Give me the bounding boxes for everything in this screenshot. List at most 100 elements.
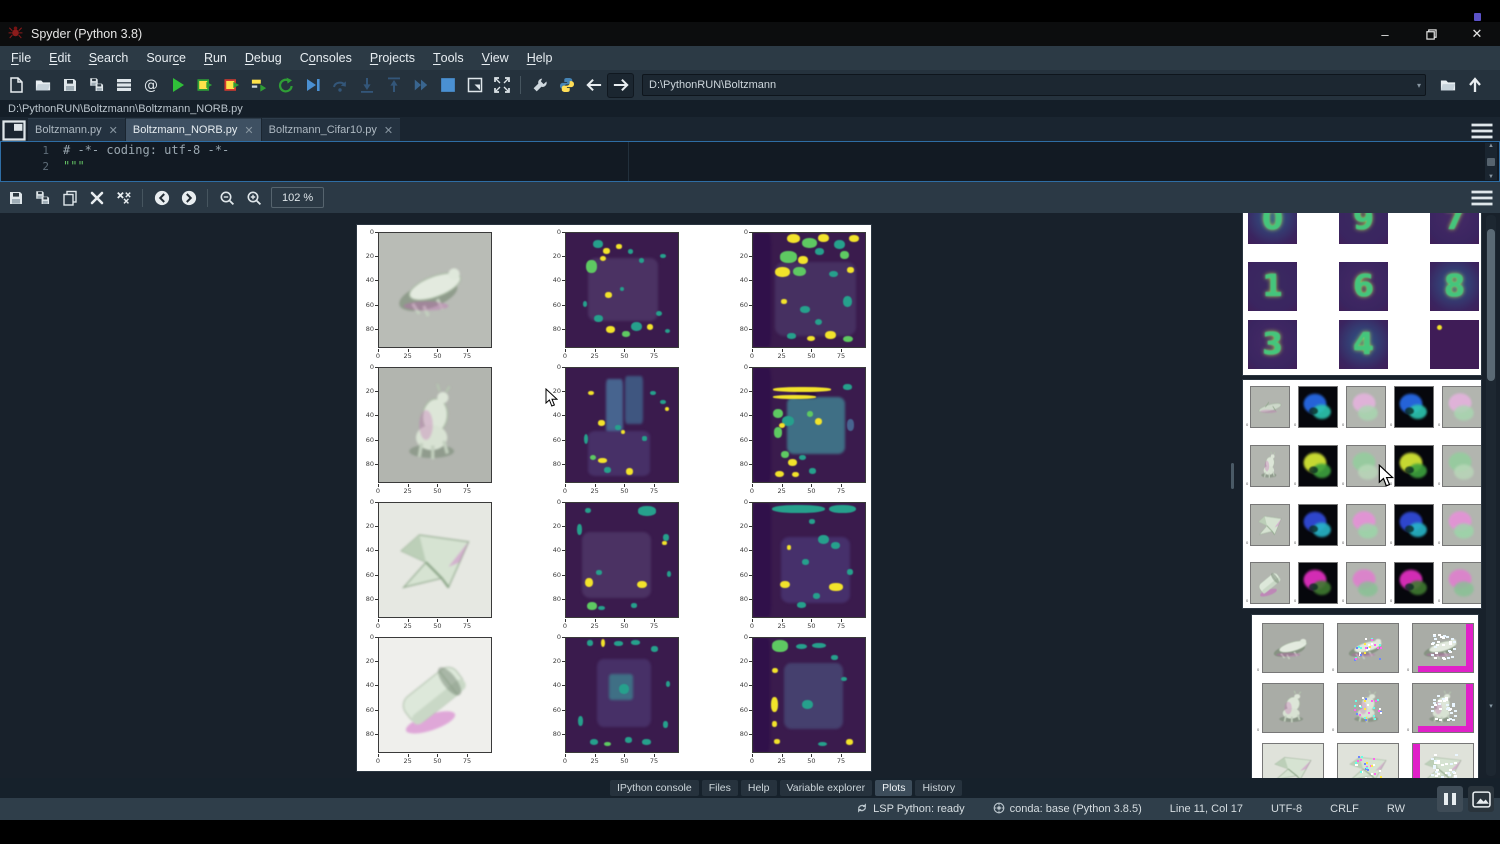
map-blob	[660, 254, 666, 259]
working-directory-combo[interactable]: D:\PythonRUN\Boltzmann▾	[642, 74, 1426, 96]
menu-tools[interactable]: Tools	[424, 46, 473, 70]
next-plot-button[interactable]	[175, 185, 202, 211]
close-button[interactable]: ✕	[1454, 22, 1500, 46]
map-blob	[825, 331, 836, 339]
maximize-pane-button[interactable]	[461, 72, 488, 98]
continue-execution-button[interactable]	[407, 72, 434, 98]
preferences-button[interactable]	[526, 72, 553, 98]
run-selection-button[interactable]	[245, 72, 272, 98]
pane-tab-help[interactable]: Help	[741, 780, 777, 796]
picture-overlay-icon[interactable]	[1468, 786, 1494, 812]
tab-label: Boltzmann.py	[35, 124, 102, 136]
editor-options-button[interactable]	[1470, 120, 1494, 142]
browse-working-directory-button[interactable]	[1434, 72, 1461, 98]
save-file-button[interactable]	[56, 72, 83, 98]
code-editor[interactable]: 1# -*- coding: utf-8 -*-2"""▲▼	[0, 141, 1500, 182]
step-into-icon	[359, 77, 375, 93]
pane-tab-files[interactable]: Files	[702, 780, 738, 796]
menu-run[interactable]: Run	[195, 46, 236, 70]
close-tab-icon[interactable]: ✕	[384, 124, 393, 137]
y-tick-label: 20	[732, 657, 748, 665]
menu-edit[interactable]: Edit	[40, 46, 80, 70]
menu-source[interactable]: Source	[137, 46, 195, 70]
map-blob	[586, 260, 597, 273]
menu-file[interactable]: File	[2, 46, 40, 70]
menu-search[interactable]: Search	[80, 46, 138, 70]
pane-tab-plots[interactable]: Plots	[875, 780, 912, 796]
open-file-button[interactable]	[29, 72, 56, 98]
conda-status: conda: base (Python 3.8.5)	[993, 802, 1142, 817]
thumbnail-norb-3col-figure[interactable]: 000000000	[1252, 615, 1478, 778]
rerun-cell-button[interactable]	[272, 72, 299, 98]
back-button[interactable]	[580, 72, 607, 98]
step-return-icon	[386, 77, 402, 93]
save-all-plots-button[interactable]	[29, 185, 56, 211]
plots-options-button[interactable]	[1470, 187, 1494, 209]
save-plot-button[interactable]	[2, 185, 29, 211]
menu-projects[interactable]: Projects	[361, 46, 424, 70]
mini-tick: 0	[1438, 598, 1440, 603]
copy-plot-button[interactable]	[56, 185, 83, 211]
zoom-in-button[interactable]	[240, 185, 267, 211]
minimize-button[interactable]: –	[1362, 22, 1408, 46]
editor-scrollbar[interactable]: ▲▼	[1485, 143, 1497, 180]
menu-debug[interactable]: Debug	[236, 46, 291, 70]
close-plot-button[interactable]	[83, 185, 110, 211]
menu-view[interactable]: View	[473, 46, 518, 70]
thumbnail-scrollbar[interactable]: ▾	[1486, 215, 1496, 776]
editor-tab-boltzmann-cifar10-py[interactable]: Boltzmann_Cifar10.py✕	[262, 118, 400, 141]
file-switcher-button[interactable]	[110, 72, 137, 98]
run-cell-advance-button[interactable]	[218, 72, 245, 98]
forward-button[interactable]	[607, 73, 634, 98]
symbol-finder-button[interactable]: @	[137, 72, 164, 98]
tick-mark	[562, 329, 565, 330]
editor-tab-boltzmann-py[interactable]: Boltzmann.py ✕	[28, 118, 125, 141]
map-blob	[585, 508, 591, 514]
debug-file-button[interactable]	[299, 72, 326, 98]
close-all-plots-button[interactable]	[110, 185, 137, 211]
map-blob	[638, 506, 656, 515]
python-path-manager-button[interactable]	[553, 72, 580, 98]
menu-help[interactable]: Help	[518, 46, 562, 70]
pane-tab-history[interactable]: History	[915, 780, 962, 796]
pause-button[interactable]	[1437, 786, 1463, 812]
tick-mark	[749, 575, 752, 576]
menu-consoles[interactable]: Consoles	[291, 46, 361, 70]
pane-tab-variable-explorer[interactable]: Variable explorer	[780, 780, 873, 796]
y-tick-label: 60	[358, 301, 374, 309]
y-tick-label: 20	[358, 657, 374, 665]
pane-tab-ipython-console[interactable]: IPython console	[610, 780, 699, 796]
save-all-button[interactable]	[83, 72, 110, 98]
mini-tick: 0	[1438, 481, 1440, 486]
browse-tabs-button[interactable]	[2, 119, 26, 141]
editor-tab-boltzmann-norb-py[interactable]: Boltzmann_NORB.py✕	[126, 118, 261, 141]
scrollbar-thumb[interactable]	[1487, 229, 1495, 381]
run-file-button[interactable]	[164, 72, 191, 98]
fullscreen-mode-button[interactable]	[488, 72, 515, 98]
run-cell-icon	[197, 77, 213, 93]
new-file-button[interactable]	[2, 72, 29, 98]
stop-debug-button[interactable]	[434, 72, 461, 98]
tick-mark	[467, 754, 468, 757]
tick-mark	[811, 754, 812, 757]
x-tick-label: 75	[646, 487, 662, 495]
close-tab-icon[interactable]: ✕	[244, 124, 253, 137]
thumbnail-norb-5col-figure[interactable]: 00000000000000000000	[1243, 380, 1481, 608]
step-over-button[interactable]	[326, 72, 353, 98]
parent-directory-button[interactable]	[1461, 72, 1488, 98]
map-blob	[639, 258, 645, 263]
run-selection-icon	[251, 77, 267, 93]
pane-splitter[interactable]	[1231, 463, 1234, 489]
back-icon	[586, 77, 602, 93]
tick-mark	[782, 484, 783, 487]
previous-plot-button[interactable]	[148, 185, 175, 211]
step-return-button[interactable]	[380, 72, 407, 98]
restore-button[interactable]	[1408, 22, 1454, 46]
close-tab-icon[interactable]: ✕	[109, 124, 118, 137]
thumbnail-mnist-figure[interactable]: 09716834	[1243, 213, 1481, 375]
y-tick-label: 80	[545, 460, 561, 468]
tick-mark	[595, 754, 596, 757]
step-into-button[interactable]	[353, 72, 380, 98]
run-cell-button[interactable]	[191, 72, 218, 98]
zoom-out-button[interactable]	[213, 185, 240, 211]
